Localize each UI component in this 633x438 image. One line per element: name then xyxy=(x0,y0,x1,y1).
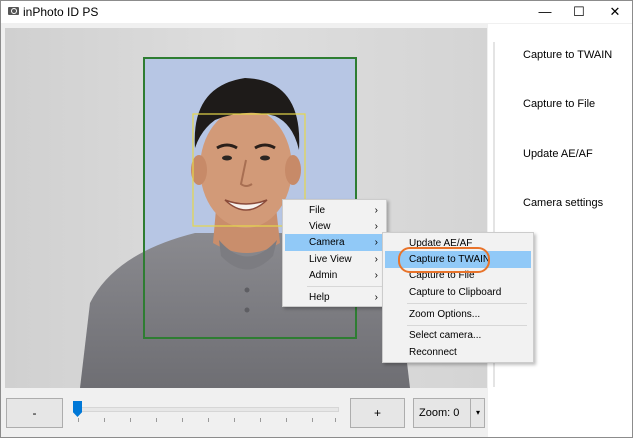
chevron-down-icon[interactable]: ▾ xyxy=(470,399,485,427)
slider-tick xyxy=(156,418,157,422)
minimize-button[interactable]: — xyxy=(528,1,562,23)
slider-tick xyxy=(78,418,79,422)
menu-item-label: Zoom Options... xyxy=(409,309,481,320)
submenu-item-capture-to-clipboard[interactable]: Capture to Clipboard xyxy=(385,284,531,301)
submenu-item-select-camera[interactable]: Select camera... xyxy=(385,327,531,344)
menu-item-help[interactable]: Help › xyxy=(285,289,384,306)
menu-item-label: Select camera... xyxy=(409,330,482,341)
camera-app-icon xyxy=(8,7,19,15)
app-window: inPhoto ID PS — ☐ ✕ Capture to TWAIN Cap… xyxy=(0,0,633,438)
chevron-right-icon: › xyxy=(374,270,378,281)
chevron-right-icon: › xyxy=(374,237,378,248)
update-ae-af-link[interactable]: Update AE/AF xyxy=(523,148,593,160)
slider-track xyxy=(73,407,339,412)
menu-separator xyxy=(407,303,527,304)
menu-item-live-view[interactable]: Live View › xyxy=(285,251,384,268)
submenu-item-reconnect[interactable]: Reconnect xyxy=(385,344,531,361)
menu-item-label: Reconnect xyxy=(409,347,457,358)
camera-settings-link[interactable]: Camera settings xyxy=(523,197,603,209)
quick-actions-panel: Capture to TWAIN Capture to File Update … xyxy=(488,24,632,437)
zoom-out-button[interactable]: - xyxy=(6,398,63,428)
menu-item-view[interactable]: View › xyxy=(285,218,384,235)
menu-item-label: Capture to Clipboard xyxy=(409,287,502,298)
maximize-button[interactable]: ☐ xyxy=(562,1,596,23)
slider-tick xyxy=(104,418,105,422)
slider-tick xyxy=(234,418,235,422)
context-menu: File › View › Camera › Live View › Admin… xyxy=(282,199,387,307)
chevron-right-icon: › xyxy=(374,221,378,232)
title-bar[interactable]: inPhoto ID PS — ☐ ✕ xyxy=(1,1,632,23)
menu-item-admin[interactable]: Admin › xyxy=(285,267,384,284)
chevron-right-icon: › xyxy=(374,254,378,265)
slider-thumb[interactable] xyxy=(73,401,82,417)
zoom-in-button[interactable]: + xyxy=(350,398,405,428)
menu-item-file[interactable]: File › xyxy=(285,202,384,219)
menu-item-label: View xyxy=(309,221,331,232)
menu-item-label: Camera xyxy=(309,237,345,248)
slider-tick xyxy=(130,418,131,422)
menu-item-label: Admin xyxy=(309,270,338,281)
slider-tick xyxy=(286,418,287,422)
window-title: inPhoto ID PS xyxy=(23,5,99,19)
zoom-dropdown[interactable]: Zoom: 0 ▾ xyxy=(413,398,485,428)
chevron-right-icon: › xyxy=(374,205,378,216)
slider-tick xyxy=(312,418,313,422)
menu-item-label: Live View xyxy=(309,254,352,265)
slider-tick xyxy=(182,418,183,422)
zoom-value: Zoom: 0 xyxy=(419,407,460,419)
menu-item-label: Help xyxy=(309,292,330,303)
capture-to-file-link[interactable]: Capture to File xyxy=(523,98,595,110)
slider-tick xyxy=(260,418,261,422)
menu-item-camera[interactable]: Camera › xyxy=(285,234,384,251)
slider-tick xyxy=(335,418,336,422)
menu-separator xyxy=(307,286,382,287)
menu-separator xyxy=(407,325,527,326)
annotation-highlight-ring xyxy=(398,247,490,273)
menu-item-label: File xyxy=(309,205,326,216)
submenu-item-zoom-options[interactable]: Zoom Options... xyxy=(385,306,531,323)
close-button[interactable]: ✕ xyxy=(598,1,632,23)
chevron-right-icon: › xyxy=(374,292,378,303)
slider-tick xyxy=(208,418,209,422)
zoom-slider[interactable] xyxy=(71,399,339,425)
capture-to-twain-link[interactable]: Capture to TWAIN xyxy=(523,49,612,61)
